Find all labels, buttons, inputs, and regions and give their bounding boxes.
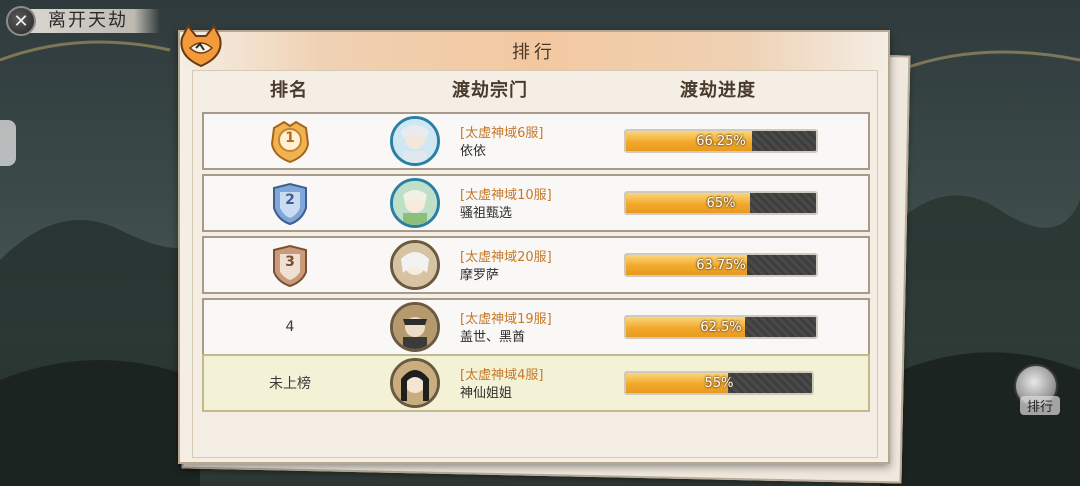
rank-number: 1 (285, 130, 295, 146)
ranking-row-3[interactable]: 3 [太虚神域20服] 摩罗萨 63.75% (202, 236, 870, 294)
panel-header: 排行 (180, 32, 888, 70)
player-avatar (390, 358, 440, 408)
rank-number: 4 (285, 319, 295, 335)
player-name: 神仙姐姐 (460, 386, 513, 401)
close-icon: ✕ (6, 6, 36, 36)
progress-bar: 66.25% (624, 129, 818, 153)
exit-label: 离开天劫 (30, 9, 160, 33)
progress-text: 55% (704, 375, 734, 391)
progress-bar: 65% (624, 191, 818, 215)
progress-text: 62.5% (700, 319, 742, 335)
server-name: [太虚神域20服] (460, 250, 552, 265)
column-header-rank: 排名 (270, 80, 308, 101)
panel-title: 排行 (512, 42, 556, 63)
left-edge-decoration (0, 120, 16, 166)
progress-bar: 63.75% (624, 253, 818, 277)
side-ranking-button[interactable]: 排行 (1008, 364, 1064, 416)
player-name: 摩罗萨 (460, 268, 500, 283)
server-name: [太虚神域10服] (460, 188, 552, 203)
ranking-row-4[interactable]: 4 [太虚神域19服] 盖世、黑酋 62.5% (202, 298, 870, 356)
progress-text: 65% (706, 195, 736, 211)
rank-cell: 4 (204, 300, 376, 354)
side-ranking-label: 排行 (1020, 396, 1060, 415)
server-name: [太虚神域6服] (460, 126, 544, 141)
cat-mascot-icon (180, 24, 222, 68)
rank-cell: 2 (204, 176, 376, 230)
rank-cell: 未上榜 (204, 356, 376, 410)
rank-number: 3 (285, 254, 295, 270)
rank-number: 2 (285, 192, 295, 208)
rank-unranked: 未上榜 (269, 376, 311, 392)
server-name: [太虚神域4服] (460, 368, 544, 383)
player-name: 骚祖甄选 (460, 206, 513, 221)
player-avatar (390, 240, 440, 290)
player-name: 依依 (460, 144, 487, 159)
ranking-row-self[interactable]: 未上榜 [太虚神域4服] 神仙姐姐 55% (202, 354, 870, 412)
silver-medal-icon: 2 (268, 180, 312, 226)
player-avatar (390, 302, 440, 352)
rank-cell: 1 (204, 114, 376, 168)
exit-tribulation-button[interactable]: ✕ 离开天劫 (6, 6, 166, 36)
player-avatar (390, 178, 440, 228)
server-name: [太虚神域19服] (460, 312, 552, 327)
column-header-sect: 渡劫宗门 (452, 80, 528, 101)
ranking-panel: 排行 排名 渡劫宗门 渡劫进度 1 [太虚神域6服] 依依 66.25% 2 [… (178, 24, 890, 464)
progress-bar: 62.5% (624, 315, 818, 339)
progress-bar: 55% (624, 371, 814, 395)
player-avatar (390, 116, 440, 166)
player-name: 盖世、黑酋 (460, 330, 526, 345)
ranking-row-1[interactable]: 1 [太虚神域6服] 依依 66.25% (202, 112, 870, 170)
rank-cell: 3 (204, 238, 376, 292)
progress-text: 66.25% (696, 133, 746, 149)
ranking-row-2[interactable]: 2 [太虚神域10服] 骚祖甄选 65% (202, 174, 870, 232)
bronze-medal-icon: 3 (268, 242, 312, 288)
progress-text: 63.75% (696, 257, 746, 273)
gold-medal-icon: 1 (268, 118, 312, 164)
column-header-progress: 渡劫进度 (680, 80, 756, 101)
